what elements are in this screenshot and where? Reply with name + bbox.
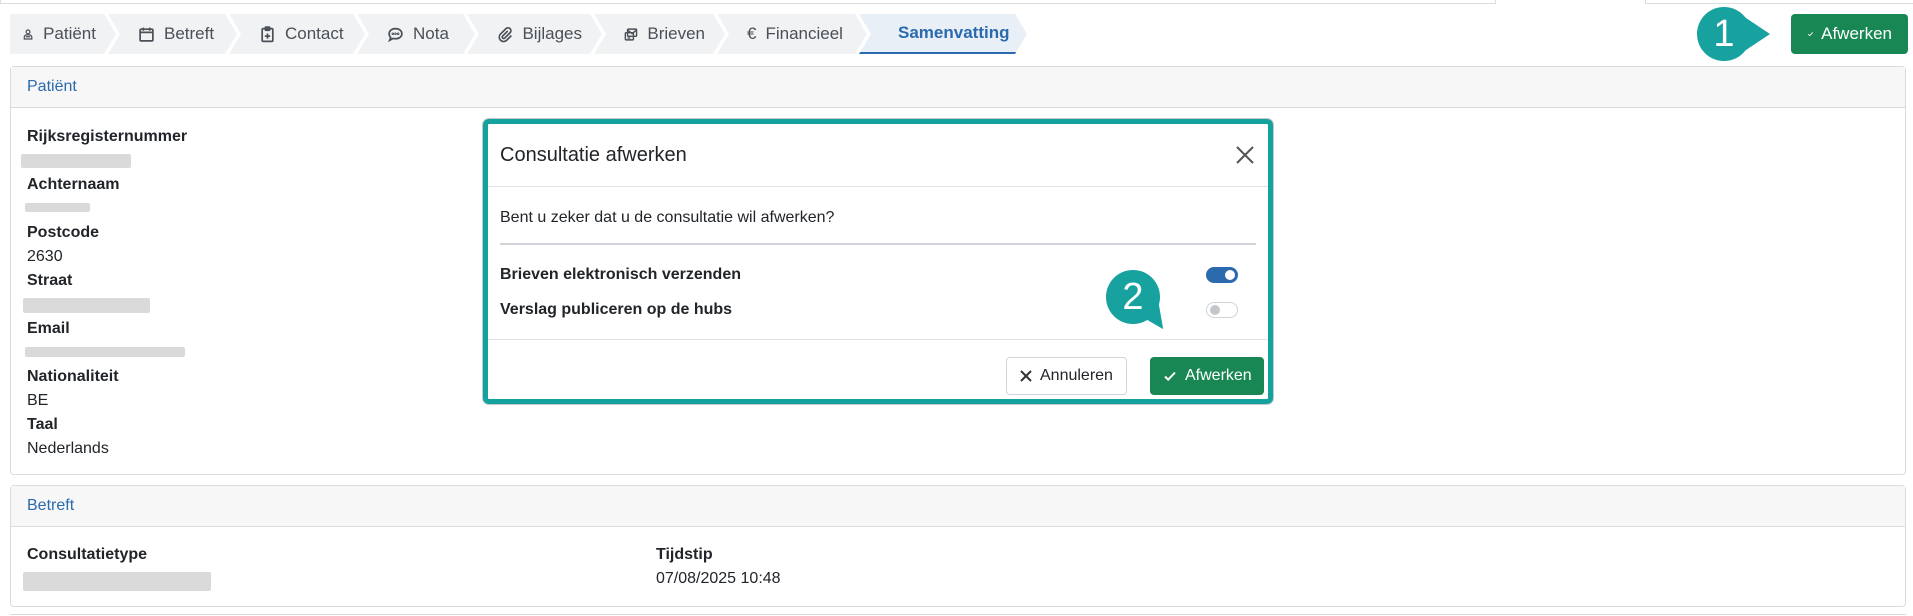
finish-button[interactable]: Afwerken bbox=[1791, 14, 1908, 54]
tijdstip-label: Tijdstip bbox=[656, 546, 713, 563]
tab-bijlages[interactable]: Bijlages bbox=[467, 14, 602, 54]
tijdstip-value: 07/08/2025 10:48 bbox=[656, 570, 781, 587]
card-title: Betreft bbox=[27, 497, 75, 514]
card-header: Betreft bbox=[11, 486, 1905, 527]
card-title: Patiënt bbox=[27, 78, 77, 95]
letters-icon bbox=[624, 26, 638, 43]
card-header: Patiënt bbox=[11, 67, 1905, 108]
tab-label: Brieven bbox=[647, 24, 705, 43]
tab-contact[interactable]: Contact bbox=[229, 14, 365, 54]
tab-nota[interactable]: Nota bbox=[357, 14, 475, 54]
callout-2-number: 2 bbox=[1122, 275, 1144, 318]
calendar-icon bbox=[138, 26, 155, 43]
dialog-title: Consultatie afwerken bbox=[500, 143, 687, 166]
tab-betreft[interactable]: Betreft bbox=[108, 14, 237, 54]
confirm-finish-label: Afwerken bbox=[1185, 367, 1252, 384]
tab-label: Betreft bbox=[164, 24, 215, 43]
bottom-divider bbox=[10, 614, 1906, 615]
cancel-button[interactable]: Annuleren bbox=[1006, 357, 1127, 395]
cancel-button-label: Annuleren bbox=[1040, 367, 1113, 384]
nationaliteit-label: Nationaliteit bbox=[27, 368, 119, 385]
betreft-card: Betreft Consultatietype Tijdstip 07/08/2… bbox=[10, 485, 1906, 607]
confirm-finish-button[interactable]: Afwerken bbox=[1150, 357, 1264, 395]
nationaliteit-value: BE bbox=[27, 392, 49, 409]
option-hubs-label: Verslag publiceren op de hubs bbox=[500, 301, 733, 318]
tab-patient[interactable]: Patiënt bbox=[10, 14, 116, 54]
achternaam-label: Achternaam bbox=[27, 176, 120, 193]
tab-financieel[interactable]: € Financieel bbox=[717, 14, 867, 54]
dialog-question: Bent u zeker dat u de consultatie wil af… bbox=[500, 209, 835, 226]
top-field-border-left bbox=[0, 0, 1496, 4]
taal-label: Taal bbox=[27, 416, 58, 433]
dialog-header: Consultatie afwerken bbox=[488, 124, 1268, 187]
tab-label: Samenvatting bbox=[898, 23, 1010, 42]
tab-label: Patiënt bbox=[43, 24, 96, 43]
chat-icon bbox=[387, 26, 404, 43]
tab-label: Financieel bbox=[765, 24, 843, 43]
tab-label: Nota bbox=[413, 24, 449, 43]
straat-label: Straat bbox=[27, 272, 73, 289]
hubs-toggle[interactable] bbox=[1206, 302, 1238, 318]
callout-1-marker: 1 bbox=[1697, 7, 1751, 61]
check-icon bbox=[1808, 32, 1814, 37]
check-icon bbox=[1164, 371, 1176, 382]
euro-icon: € bbox=[747, 24, 757, 43]
option-brieven-label: Brieven elektronisch verzenden bbox=[500, 266, 741, 283]
top-field-border-right bbox=[1645, 0, 1913, 4]
postcode-value: 2630 bbox=[27, 248, 63, 265]
postcode-label: Postcode bbox=[27, 224, 100, 241]
dialog-separator bbox=[500, 243, 1256, 245]
tab-brieven[interactable]: Brieven bbox=[594, 14, 725, 54]
person-icon bbox=[22, 26, 34, 43]
wizard-tabs: Patiënt Betreft Contact Nota Bijlages Br… bbox=[10, 14, 1019, 54]
paperclip-icon bbox=[497, 26, 513, 43]
callout-1-number: 1 bbox=[1713, 12, 1735, 55]
finish-consultation-dialog: Consultatie afwerken Bent u zeker dat u … bbox=[483, 119, 1273, 404]
close-icon bbox=[1236, 146, 1254, 164]
email-redacted bbox=[25, 347, 185, 357]
straat-redacted bbox=[23, 298, 150, 313]
rijksregister-redacted bbox=[21, 154, 131, 168]
close-icon bbox=[1020, 370, 1032, 382]
taal-value: Nederlands bbox=[27, 440, 109, 457]
achternaam-redacted bbox=[25, 203, 90, 212]
finish-button-label: Afwerken bbox=[1821, 24, 1892, 43]
callout-2-marker: 2 bbox=[1106, 270, 1160, 324]
rijksregister-label: Rijksregisternummer bbox=[27, 128, 188, 145]
consultatietype-redacted bbox=[23, 572, 211, 591]
email-label: Email bbox=[27, 320, 70, 337]
consultatietype-label: Consultatietype bbox=[27, 546, 148, 563]
brieven-toggle[interactable] bbox=[1206, 267, 1238, 283]
close-button[interactable] bbox=[1234, 144, 1256, 166]
clipboard-plus-icon bbox=[259, 26, 276, 43]
tab-samenvatting[interactable]: Samenvatting bbox=[859, 14, 1027, 54]
tab-label: Contact bbox=[285, 24, 344, 43]
dialog-footer: Annuleren Afwerken bbox=[488, 339, 1268, 405]
tab-label: Bijlages bbox=[522, 24, 582, 43]
